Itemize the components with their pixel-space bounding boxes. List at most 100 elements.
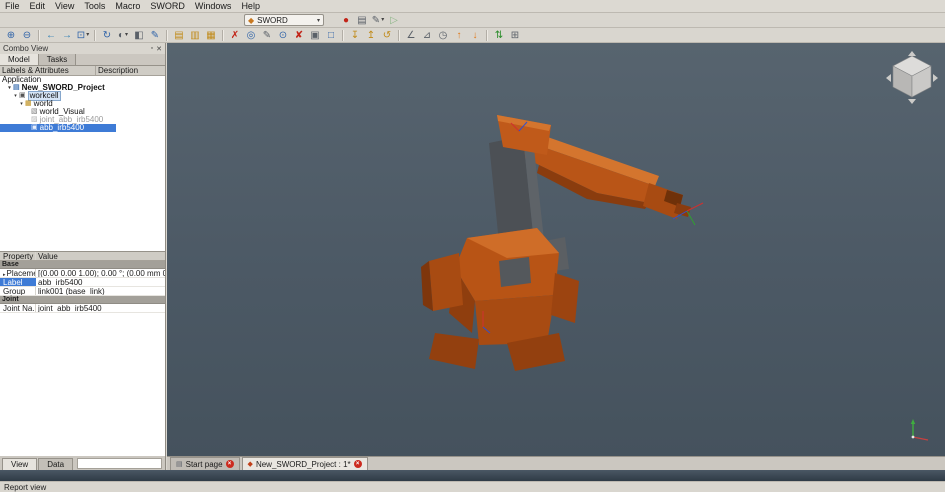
menu-edit[interactable]: Edit	[25, 0, 51, 12]
3d-viewport[interactable]	[167, 43, 945, 456]
fill-icon[interactable]: ⊙	[276, 29, 290, 42]
edit-macro-glyph: ✎	[372, 14, 380, 27]
property-value[interactable]: [(0.00 0.00 1.00); 0.00 °; (0.00 mm 0.00…	[36, 269, 165, 277]
menu-view[interactable]: View	[50, 0, 79, 12]
delete-icon[interactable]: ✗	[228, 29, 242, 42]
menu-file[interactable]: File	[0, 0, 25, 12]
axis-cross-icon	[907, 416, 933, 442]
workbench-icon: ◆	[248, 16, 254, 25]
edit-mode-icon[interactable]: ✎	[148, 29, 162, 42]
record-macro-icon[interactable]: ●	[339, 14, 353, 27]
property-row-placement[interactable]: ▸Placement [(0.00 0.00 1.00); 0.00 °; (0…	[0, 269, 165, 278]
menu-tools[interactable]: Tools	[79, 0, 110, 12]
expander-icon[interactable]: ▾	[6, 84, 13, 92]
move-up-icon[interactable]: ↑	[452, 29, 466, 42]
expander-icon[interactable]: ▾	[12, 92, 19, 100]
toolbar-separator	[486, 30, 488, 41]
draw-style-glyph: ◐	[118, 29, 124, 42]
toolbar-separator	[222, 30, 224, 41]
property-section-base[interactable]: Base	[0, 261, 165, 269]
nav-forward-icon[interactable]: →	[60, 29, 74, 42]
property-row-label[interactable]: Label abb_irb5400	[0, 278, 165, 287]
tab-start-page[interactable]: ▤ Start page ×	[170, 457, 240, 470]
new-document-icon[interactable]: ▤	[172, 29, 186, 42]
box-element-icon[interactable]: ▣	[308, 29, 322, 42]
workcell-icon: ▣	[19, 92, 26, 100]
visual-icon: ▧	[31, 108, 38, 116]
property-value[interactable]: link001 (base_link)	[36, 287, 165, 295]
toolbar-separator	[166, 30, 168, 41]
toolbar-separator	[398, 30, 400, 41]
move-down-icon[interactable]: ↓	[468, 29, 482, 42]
robot-link-icon: ▣	[31, 124, 38, 132]
edit-macro-icon[interactable]: ✎ ▾	[371, 14, 385, 27]
wire-box-icon[interactable]: □	[324, 29, 338, 42]
tab-model[interactable]: Model	[0, 54, 39, 65]
property-section-joint[interactable]: Joint	[0, 296, 165, 304]
tab-label: Start page	[186, 460, 223, 469]
float-panel-icon[interactable]: ▫	[151, 45, 153, 53]
property-row-group[interactable]: Group link001 (base_link)	[0, 287, 165, 296]
workbench-selector[interactable]: ◆ SWORD ▾	[244, 14, 324, 26]
grid-icon[interactable]: ⊞	[508, 29, 522, 42]
nav-back-icon[interactable]: ←	[44, 29, 58, 42]
close-tab-icon[interactable]: ×	[226, 460, 234, 468]
copy-icon[interactable]: ▥	[188, 29, 202, 42]
property-value[interactable]: abb_irb5400	[36, 278, 165, 286]
zoom-in-icon[interactable]: ⊕	[4, 29, 18, 42]
zoom-fit-icon[interactable]: ⊡ ▾	[76, 29, 90, 42]
chevron-down-icon: ▾	[125, 29, 128, 42]
open-macro-dialog-icon[interactable]: ▤	[355, 14, 369, 27]
refresh-icon[interactable]: ↻	[100, 29, 114, 42]
clock-icon[interactable]: ◷	[436, 29, 450, 42]
abort-icon[interactable]: ✘	[292, 29, 306, 42]
tab-tasks[interactable]: Tasks	[39, 54, 76, 65]
draw-icon[interactable]: ✎	[260, 29, 274, 42]
freecad-document-icon: ◆	[248, 460, 253, 468]
main-toolbar: ⊕ ⊖ ← → ⊡ ▾ ↻ ◐ ▾ ◧ ✎ ▤ ▥ ▦ ✗ ◎ ✎ ⊙ ✘ ▣ …	[0, 28, 945, 43]
property-name: ▸Placement	[0, 269, 36, 277]
swap-icon[interactable]: ⇅	[492, 29, 506, 42]
close-tab-icon[interactable]: ×	[354, 460, 362, 468]
property-header: Property Value	[0, 252, 165, 261]
chevron-down-icon: ▾	[86, 29, 89, 42]
reload-icon[interactable]: ↺	[380, 29, 394, 42]
tab-data[interactable]: Data	[38, 458, 73, 470]
zoom-out-icon[interactable]: ⊖	[20, 29, 34, 42]
property-column-header: Property	[0, 252, 36, 260]
draw-style-icon[interactable]: ◐ ▾	[116, 29, 130, 42]
combo-view-tabs: Model Tasks	[0, 54, 165, 66]
measure-angle-icon[interactable]: ∠	[404, 29, 418, 42]
combo-view-panel: Combo View ▫ ✕ Model Tasks Labels & Attr…	[0, 43, 166, 470]
export-icon[interactable]: ↥	[364, 29, 378, 42]
value-column-header: Value	[36, 252, 165, 260]
select-icon[interactable]: ◎	[244, 29, 258, 42]
menu-sword[interactable]: SWORD	[145, 0, 190, 12]
tree-item-abb-irb5400[interactable]: ▣ abb_irb5400	[0, 124, 116, 132]
model-tree: Labels & Attributes Description Applicat…	[0, 66, 165, 252]
toolbar-separator	[38, 30, 40, 41]
expander-icon[interactable]: ▸	[3, 272, 6, 277]
navigation-cube[interactable]	[885, 51, 939, 105]
property-row-joint-name[interactable]: Joint Na... joint_abb_irb5400	[0, 304, 165, 313]
chevron-down-icon: ▾	[381, 14, 384, 27]
import-icon[interactable]: ↧	[348, 29, 362, 42]
tree-item-new-sword-project[interactable]: ▾ ▤ New_SWORD_Project	[0, 84, 165, 92]
report-view-label: Report view	[4, 483, 46, 492]
expander-icon[interactable]: ▾	[18, 100, 25, 108]
tab-new-sword-project[interactable]: ◆ New_SWORD_Project : 1* ×	[242, 457, 368, 470]
menu-help[interactable]: Help	[236, 0, 265, 12]
menu-windows[interactable]: Windows	[190, 0, 237, 12]
tree-item-label: abb_irb5400	[40, 124, 84, 132]
tab-view[interactable]: View	[2, 458, 37, 470]
measure-icon[interactable]: ⊿	[420, 29, 434, 42]
execute-macro-icon[interactable]: ▷	[387, 14, 401, 27]
paste-icon[interactable]: ▦	[204, 29, 218, 42]
tree-item-workcell[interactable]: ▾ ▣ workcell	[0, 92, 165, 100]
iso-view-icon[interactable]: ◧	[132, 29, 146, 42]
menu-macro[interactable]: Macro	[110, 0, 145, 12]
robot-model[interactable]	[167, 43, 945, 456]
close-panel-icon[interactable]: ✕	[156, 45, 162, 53]
menu-bar: File Edit View Tools Macro SWORD Windows…	[0, 0, 945, 13]
property-value[interactable]: joint_abb_irb5400	[36, 304, 165, 312]
